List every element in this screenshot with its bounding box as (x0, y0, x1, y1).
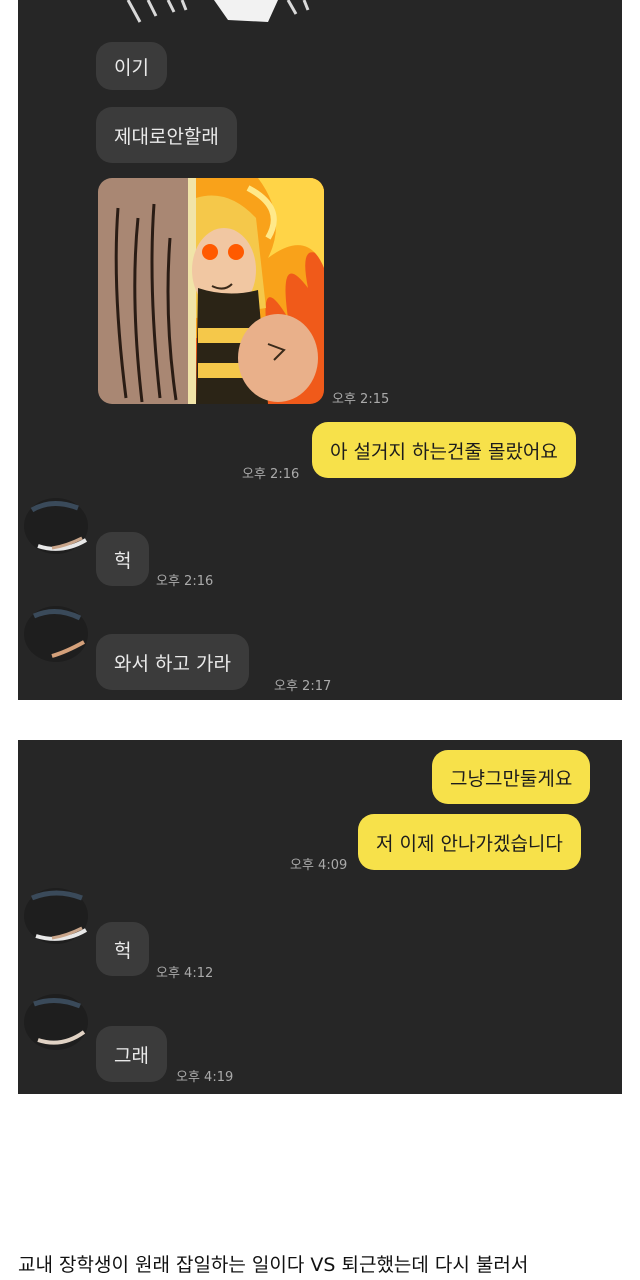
message-bubble: 헉 (96, 922, 150, 976)
message-bubble: 아 설거지 하는건줄 몰랐어요 (312, 422, 576, 478)
message-bubble: 이기 (96, 42, 167, 90)
sticker-image (98, 178, 324, 404)
message-text: 그래 (114, 1044, 149, 1067)
cropped-sticker-top (126, 0, 310, 23)
profile-avatar[interactable] (22, 496, 90, 556)
message-bubble: 저 이제 안나가겠습니다 (358, 814, 581, 870)
profile-avatar[interactable] (22, 886, 90, 946)
chat-screenshot-2: 그냥그만둘게요 오후 4:09 저 이제 안나가겠습니다 헉 오후 4:12 그… (18, 740, 622, 1094)
message-text: 와서 하고 가라 (114, 652, 231, 675)
post-caption: 교내 장학생이 원래 잡일하는 일이다 VS 퇴근했는데 다시 불러서 (18, 1254, 529, 1276)
message-bubble: 와서 하고 가라 (96, 634, 249, 690)
message-text: 제대로안할래 (114, 125, 219, 148)
message-text: 저 이제 안나가겠습니다 (376, 832, 563, 855)
message-bubble: 그래 (96, 1026, 167, 1082)
message-time: 오후 4:12 (156, 966, 214, 981)
message-text: 헉 (114, 939, 132, 962)
angry-bee-sticker[interactable] (98, 178, 324, 404)
message-time: 오후 4:09 (290, 858, 348, 873)
message-time: 오후 2:16 (242, 467, 300, 482)
message-bubble: 헉 (96, 532, 150, 586)
message-text: 그냥그만둘게요 (450, 767, 573, 790)
message-text: 헉 (114, 549, 132, 572)
message-time: 오후 2:15 (332, 392, 390, 407)
message-bubble: 그냥그만둘게요 (432, 750, 591, 804)
profile-avatar[interactable] (22, 604, 90, 664)
message-bubble: 제대로안할래 (96, 107, 237, 163)
message-time: 오후 2:17 (274, 679, 332, 694)
chat-screenshot-1: 이기 제대로안할래 오후 2:15 오후 2:16 아 설거지 하는건줄 몰랐어… (18, 0, 622, 700)
profile-avatar[interactable] (22, 992, 90, 1052)
message-time: 오후 2:16 (156, 574, 214, 589)
message-time: 오후 4:19 (176, 1070, 234, 1085)
message-text: 아 설거지 하는건줄 몰랐어요 (330, 440, 558, 463)
message-text: 이기 (114, 56, 149, 79)
